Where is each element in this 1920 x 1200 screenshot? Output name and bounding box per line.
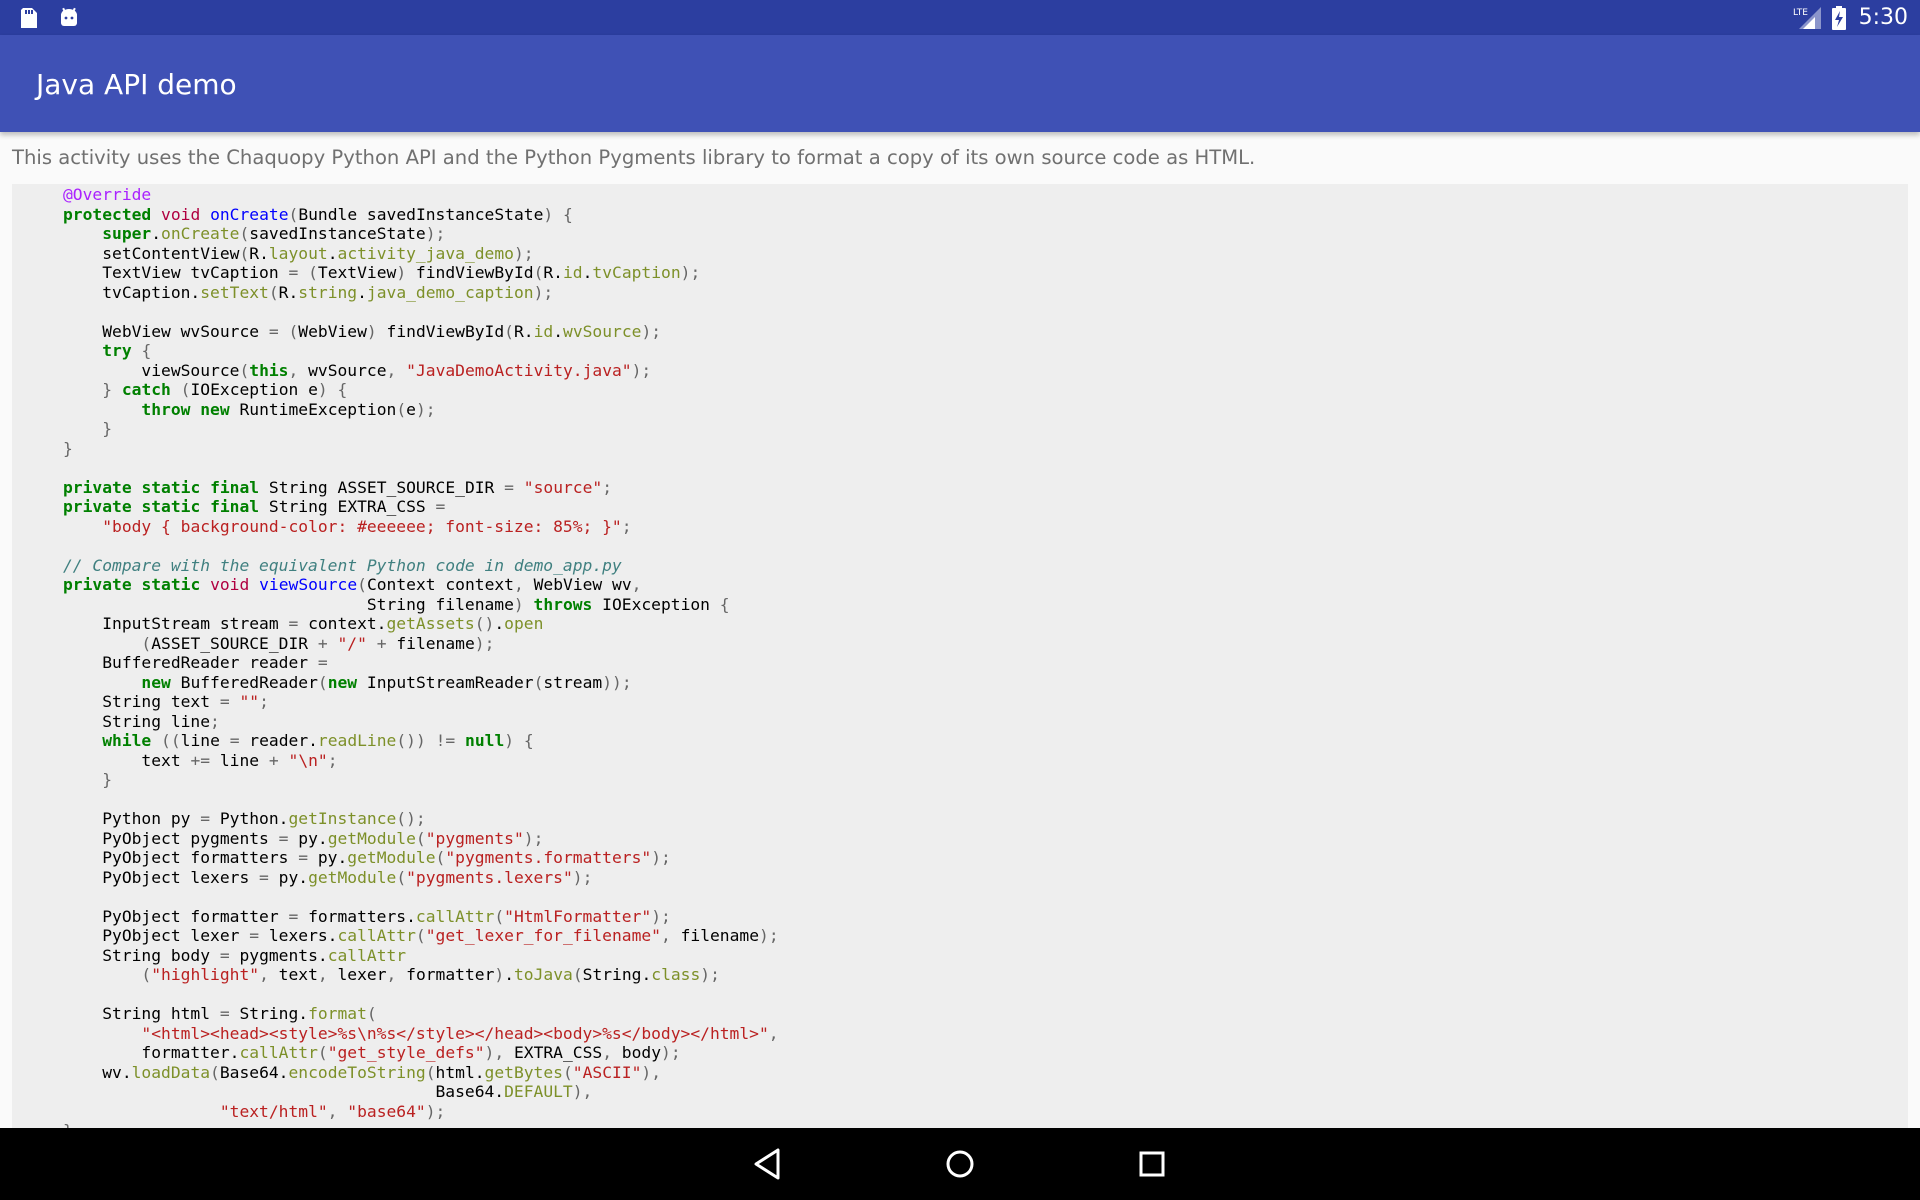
app-title: Java API demo bbox=[36, 68, 237, 101]
code-line: throw new RuntimeException(e); bbox=[141, 399, 436, 419]
code-line: String filename) throws IOException { bbox=[63, 594, 730, 614]
code-line: Base64.DEFAULT), bbox=[63, 1082, 593, 1101]
source-webview[interactable]: @Override protected void onCreate(Bundle… bbox=[12, 184, 1908, 1128]
code-line: protected void onCreate(Bundle savedInst… bbox=[63, 204, 573, 224]
recents-icon[interactable] bbox=[1130, 1142, 1174, 1186]
code-line: PyObject formatters = py.getModule("pygm… bbox=[63, 848, 671, 867]
code-line: text += line + "\n"; bbox=[63, 750, 338, 770]
code-line: // Compare with the equivalent Python co… bbox=[63, 555, 622, 575]
code-line: private static void viewSource(Context c… bbox=[63, 575, 642, 594]
code-line: BufferedReader reader = bbox=[63, 653, 328, 672]
home-icon[interactable] bbox=[938, 1142, 982, 1186]
source-code: @Override protected void onCreate(Bundle… bbox=[63, 185, 779, 1128]
code-line: InputStream stream = context.getAssets()… bbox=[63, 614, 544, 633]
code-line: String html = String.format( bbox=[63, 1004, 377, 1023]
code-line: } bbox=[63, 1121, 73, 1128]
code-line: } bbox=[63, 438, 73, 458]
code-line: String line; bbox=[63, 711, 220, 731]
code-line: } bbox=[102, 419, 113, 438]
android-debug-icon bbox=[61, 7, 77, 26]
network-type-label: LTE bbox=[1793, 8, 1808, 18]
app-bar: Java API demo bbox=[0, 35, 1920, 132]
code-line: PyObject formatter = formatters.callAttr… bbox=[63, 906, 671, 926]
code-line: "text/html", "base64"); bbox=[219, 1101, 446, 1121]
code-line: "body { background-color: #eeeeee; font-… bbox=[102, 516, 632, 536]
code-line: new BufferedReader(new InputStreamReader… bbox=[141, 672, 632, 692]
back-icon[interactable] bbox=[746, 1142, 790, 1186]
code-line: PyObject lexers = py.getModule("pygments… bbox=[63, 867, 593, 887]
code-line: TextView tvCaption = (TextView) findView… bbox=[63, 263, 701, 282]
code-line: Python py = Python.getInstance(); bbox=[63, 809, 426, 828]
code-line: viewSource(this, wvSource, "JavaDemoActi… bbox=[63, 360, 652, 380]
code-line: PyObject lexer = lexers.callAttr("get_le… bbox=[63, 926, 779, 945]
battery-charging-icon bbox=[1831, 5, 1846, 30]
code-line: "<html><head><style>%s\n%s</style></head… bbox=[141, 1023, 779, 1043]
code-line: } bbox=[102, 770, 113, 789]
code-line: } catch (IOException e) { bbox=[102, 380, 348, 399]
code-line: String text = ""; bbox=[63, 692, 269, 711]
code-line: try { bbox=[102, 341, 152, 360]
code-line: (ASSET_SOURCE_DIR + "/" + filename); bbox=[141, 633, 495, 653]
navigation-bar bbox=[0, 1128, 1920, 1200]
code-line: WebView wvSource = (WebView) findViewByI… bbox=[63, 321, 662, 341]
code-line: ("highlight", text, lexer, formatter).to… bbox=[141, 965, 720, 984]
code-line: setContentView(R.layout.activity_java_de… bbox=[63, 243, 534, 263]
code-line: tvCaption.setText(R.string.java_demo_cap… bbox=[63, 282, 554, 302]
sd-card-icon bbox=[21, 8, 37, 28]
clock: 5:30 bbox=[1858, 5, 1908, 30]
code-line: wv.loadData(Base64.encodeToString(html.g… bbox=[63, 1062, 662, 1082]
code-line: @Override bbox=[63, 185, 152, 204]
caption-text: This activity uses the Chaquopy Python A… bbox=[12, 146, 1256, 169]
lte-signal-icon: LTE bbox=[1793, 6, 1821, 29]
code-line: PyObject pygments = py.getModule("pygmen… bbox=[63, 828, 544, 848]
status-bar: LTE 5:30 bbox=[0, 0, 1920, 35]
code-line: private static final String EXTRA_CSS = bbox=[63, 497, 446, 516]
code-line: formatter.callAttr("get_style_defs"), EX… bbox=[63, 1043, 681, 1062]
code-line: super.onCreate(savedInstanceState); bbox=[102, 224, 446, 243]
code-line: private static final String ASSET_SOURCE… bbox=[63, 477, 613, 497]
code-line: String body = pygments.callAttr bbox=[63, 945, 407, 965]
code-line: while ((line = reader.readLine()) != nul… bbox=[102, 731, 534, 750]
